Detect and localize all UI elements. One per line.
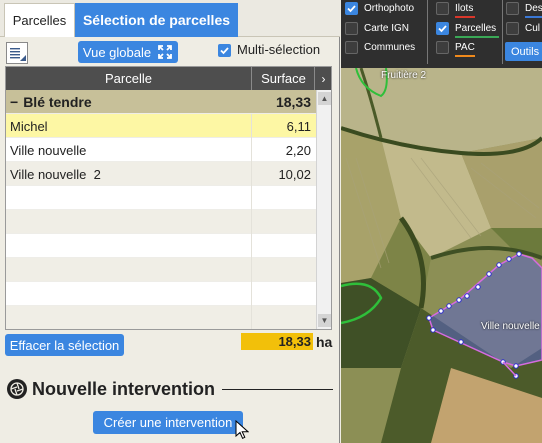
intervention-title: Nouvelle intervention: [32, 378, 216, 399]
empty-row: [6, 210, 316, 234]
vertical-scrollbar[interactable]: ▲ ▼: [316, 90, 331, 329]
layer-divider: [502, 0, 503, 64]
creer-intervention-button[interactable]: Créer une intervention: [93, 411, 243, 434]
tab-bar: Parcelles Sélection de parcelles: [0, 0, 340, 37]
section-divider: [222, 388, 333, 390]
scroll-up-icon[interactable]: ▲: [318, 92, 331, 105]
parcel-surface: 2,20: [285, 142, 311, 158]
scroll-down-icon[interactable]: ▼: [318, 314, 331, 327]
communes-checkbox[interactable]: [345, 41, 358, 54]
collapse-icon[interactable]: −: [10, 94, 18, 110]
cul-checkbox[interactable]: [506, 22, 519, 35]
aperture-icon: [7, 379, 27, 399]
group-surface: 18,33: [275, 94, 311, 110]
orthophoto-checkbox[interactable]: [345, 2, 358, 15]
effacer-selection-button[interactable]: Effacer la sélection: [5, 334, 124, 356]
parcel-name: Ville nouvelle 2: [10, 166, 101, 182]
des-legend-line: [525, 16, 542, 18]
map-label-fruitiere: Fruitière 2: [381, 70, 427, 81]
list-menu-icon[interactable]: [6, 42, 28, 64]
carte-ign-label: Carte IGN: [364, 23, 410, 34]
grid-rows: − Blé tendre 18,33 Michel 6,11 Ville nou…: [6, 90, 316, 329]
map-panel: Orthophoto Carte IGN Communes Ilots Parc…: [341, 0, 542, 443]
table-row[interactable]: Ville nouvelle 2 10,02: [6, 162, 316, 186]
orthophoto-map: [341, 68, 542, 443]
parcelles-checkbox[interactable]: [436, 22, 449, 35]
empty-row: [6, 282, 316, 306]
ilots-label: Ilots: [455, 3, 474, 14]
group-label: Blé tendre: [23, 94, 92, 110]
mouse-cursor-icon: [235, 420, 249, 439]
expand-icon: [158, 45, 172, 59]
des-label: Des: [525, 3, 542, 14]
grid-header: Parcelle Surface ›: [6, 67, 331, 90]
tab-parcelles[interactable]: Parcelles: [4, 3, 75, 37]
ilots-checkbox[interactable]: [436, 2, 449, 15]
total-surface: 18,33: [241, 333, 313, 350]
parcelles-label: Parcelles: [455, 23, 497, 34]
empty-row: [6, 186, 316, 210]
empty-row: [6, 306, 316, 329]
cul-label: Cul: [525, 23, 541, 34]
intervention-section-title: Nouvelle intervention: [7, 377, 333, 401]
pac-legend-line: [455, 55, 475, 57]
parcel-name: Ville nouvelle: [10, 142, 87, 158]
column-header-surface[interactable]: Surface: [253, 67, 315, 90]
table-row[interactable]: Ville nouvelle 2,20: [6, 138, 316, 162]
multi-selection-label: Multi-sélection: [237, 42, 321, 57]
map-view[interactable]: Fruitière 2 Ville nouvelle: [341, 68, 542, 443]
group-row-ble-tendre[interactable]: − Blé tendre 18,33: [6, 90, 316, 114]
multi-selection-checkbox[interactable]: [218, 44, 231, 57]
vue-globale-button[interactable]: Vue globale: [78, 41, 178, 63]
total-unit: ha: [316, 334, 333, 350]
outils-button[interactable]: Outils: [505, 42, 542, 61]
parcel-name: Michel: [10, 118, 48, 134]
group-label-cell: − Blé tendre: [10, 90, 250, 114]
parcel-surface: 10,02: [278, 166, 311, 182]
vue-globale-label: Vue globale: [82, 44, 152, 60]
column-header-parcelle[interactable]: Parcelle: [6, 67, 252, 90]
pac-label: PAC: [455, 42, 475, 53]
orthophoto-label: Orthophoto: [364, 3, 415, 14]
parcel-grid: Parcelle Surface › − Blé tendre 18,33 Mi…: [5, 66, 332, 330]
left-panel: Parcelles Sélection de parcelles Vue glo…: [0, 0, 340, 443]
map-label-ville-nouvelle: Ville nouvelle: [481, 321, 540, 332]
table-row[interactable]: Michel 6,11: [6, 114, 316, 138]
tab-selection-parcelles[interactable]: Sélection de parcelles: [75, 3, 238, 37]
pac-checkbox[interactable]: [436, 41, 449, 54]
ilots-legend-line: [455, 16, 475, 18]
des-checkbox[interactable]: [506, 2, 519, 15]
empty-row: [6, 258, 316, 282]
chevron-right-icon[interactable]: ›: [316, 67, 331, 90]
communes-label: Communes: [364, 42, 416, 53]
empty-row: [6, 234, 316, 258]
carte-ign-checkbox[interactable]: [345, 22, 358, 35]
parcelles-legend-line: [455, 36, 499, 38]
parcel-surface: 6,11: [286, 118, 311, 134]
layer-divider: [427, 0, 428, 64]
